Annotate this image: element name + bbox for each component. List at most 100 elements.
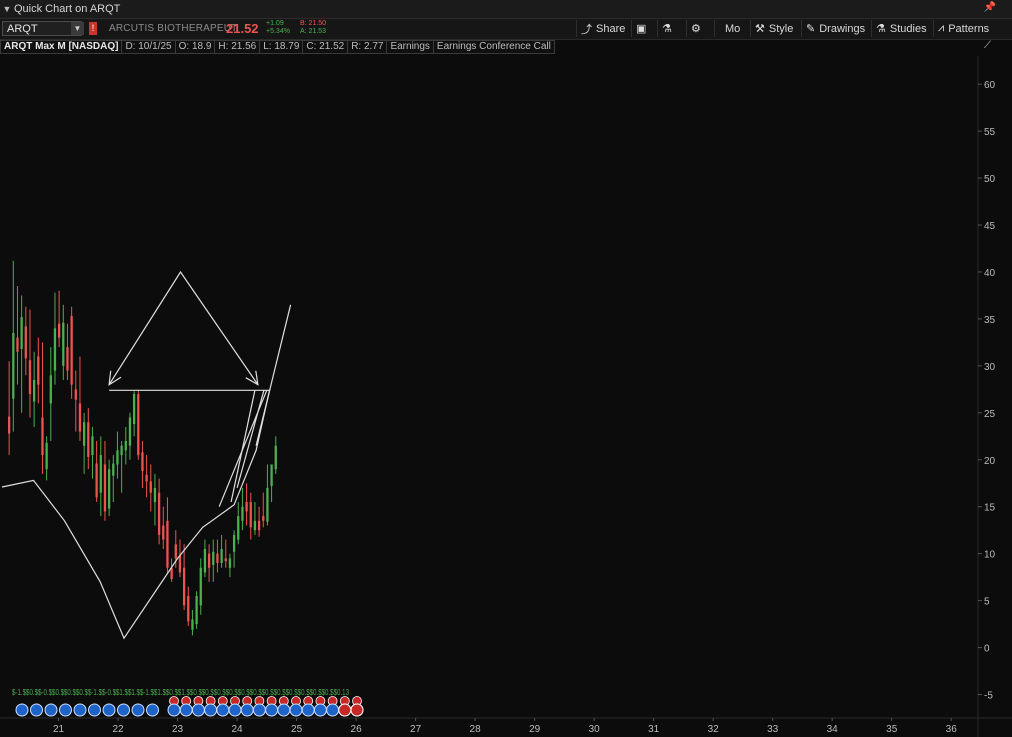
earnings-icon[interactable] <box>277 703 291 717</box>
candle-body <box>224 558 227 562</box>
candle-body <box>116 450 119 465</box>
y-tick-label: 0 <box>984 644 990 655</box>
candle-body <box>41 417 44 456</box>
candle-body <box>132 394 136 425</box>
candle-body <box>20 317 23 349</box>
candle-body <box>28 360 32 395</box>
x-tick-label: 28 <box>470 724 482 735</box>
x-tick-label: 35 <box>886 724 898 735</box>
earnings-icon[interactable] <box>228 703 242 717</box>
earnings-icon[interactable] <box>167 703 181 717</box>
earnings-icon[interactable] <box>59 703 72 717</box>
candle-body <box>103 464 107 512</box>
price-chart[interactable]: -5 0 5 10 15 20 25 30 35 40 45 50 55 60 21 22 23 24 25 26 27… <box>0 0 1012 737</box>
candle-body <box>153 487 157 503</box>
earnings-icon[interactable] <box>191 703 205 717</box>
x-tick-label: 30 <box>589 724 601 735</box>
earnings-icon[interactable] <box>117 703 130 717</box>
earnings-icon[interactable] <box>15 703 29 717</box>
candle-body <box>220 548 223 564</box>
y-tick-label: 45 <box>984 221 996 232</box>
x-tick-label: 26 <box>351 724 363 735</box>
candle-body <box>216 553 219 564</box>
candle-body <box>141 452 144 472</box>
x-tick-label: 33 <box>767 724 779 735</box>
candle-body <box>178 555 182 573</box>
candle-body <box>191 619 194 630</box>
candle-body <box>137 394 140 456</box>
candle-body <box>95 463 98 498</box>
candle-body <box>74 389 77 400</box>
earnings-icon[interactable] <box>338 703 352 717</box>
candle-body <box>157 492 161 535</box>
earnings-icon[interactable] <box>289 703 303 717</box>
candle-body <box>7 416 11 434</box>
candle-body <box>212 551 215 565</box>
candle-body <box>262 516 265 521</box>
earnings-icon[interactable] <box>30 703 43 717</box>
y-tick-label: 55 <box>984 127 996 138</box>
earnings-icon[interactable] <box>240 703 254 717</box>
candle-body <box>270 464 273 487</box>
y-tick-label: 40 <box>984 268 996 279</box>
candle-body <box>174 544 177 559</box>
candle-body <box>12 333 15 399</box>
candle-body <box>107 469 111 509</box>
candle-body <box>145 474 148 482</box>
earnings-icon[interactable] <box>252 703 266 717</box>
earnings-icon[interactable] <box>73 703 87 717</box>
candle-body <box>228 558 232 568</box>
earnings-icon[interactable] <box>326 703 340 717</box>
candle-body <box>62 322 65 366</box>
candle-body <box>241 506 244 521</box>
candle-body <box>207 553 211 568</box>
candle-body <box>257 520 261 531</box>
candle-body <box>112 463 115 476</box>
y-tick-label: 5 <box>984 597 990 608</box>
candle-body <box>203 548 207 573</box>
candle-body <box>57 323 61 338</box>
candle-body <box>199 567 202 606</box>
earnings-icon[interactable] <box>179 703 193 717</box>
y-tick-label: 60 <box>984 80 996 91</box>
earnings-icon[interactable] <box>313 703 327 717</box>
y-tick-label: 20 <box>984 456 996 467</box>
x-tick-label: 27 <box>410 724 422 735</box>
candle-body <box>53 328 57 371</box>
earnings-icon[interactable] <box>301 703 315 717</box>
y-tick-label: 35 <box>984 315 996 326</box>
earnings-icon[interactable] <box>350 703 364 717</box>
earnings-icon[interactable] <box>44 703 58 717</box>
x-tick-label: 21 <box>53 724 65 735</box>
candle-body <box>24 326 27 359</box>
candle-body <box>274 445 277 470</box>
candle-body <box>120 445 123 456</box>
earnings-icon[interactable] <box>204 703 218 717</box>
earnings-icon[interactable] <box>216 703 230 717</box>
x-tick-label: 31 <box>648 724 660 735</box>
candle-body <box>237 516 240 540</box>
earnings-icon[interactable] <box>265 703 279 717</box>
earnings-icon[interactable] <box>131 703 145 717</box>
candle-body <box>266 487 269 522</box>
candle-body <box>45 442 48 470</box>
earnings-icon[interactable] <box>88 703 101 717</box>
candle-body <box>245 502 248 512</box>
candle-body <box>195 595 198 625</box>
y-tick-label: 50 <box>984 174 996 185</box>
trendline-drawing[interactable] <box>236 390 265 489</box>
candle-body <box>124 440 127 451</box>
trendline-drawing[interactable] <box>218 390 268 507</box>
trendline-drawing[interactable] <box>255 304 292 446</box>
candle-body <box>166 520 169 568</box>
x-tick-label: 32 <box>708 724 720 735</box>
earnings-icon[interactable] <box>102 703 116 717</box>
trendline-drawing[interactable] <box>230 390 256 503</box>
y-tick-label: 10 <box>984 550 996 561</box>
trendline-drawing[interactable] <box>108 270 259 386</box>
y-tick-label: -5 <box>984 691 993 702</box>
candle-body <box>99 455 102 493</box>
earnings-icon[interactable] <box>146 703 159 717</box>
candle-body <box>182 567 186 606</box>
y-tick-label: 30 <box>984 362 996 373</box>
